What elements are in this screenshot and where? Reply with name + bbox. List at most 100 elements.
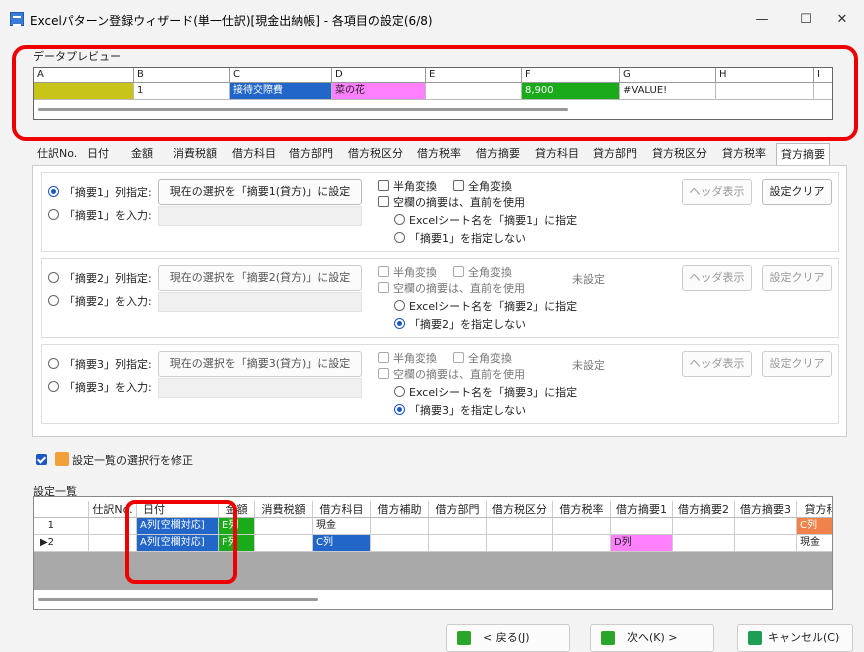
memo1-col-label: 「摘要1」列指定: bbox=[64, 186, 152, 199]
memo2-input-field[interactable] bbox=[158, 292, 362, 312]
memo2-group: 「摘要2」列指定: 現在の選択を「摘要2(貸方)」に設定 「摘要2」を入力: 半… bbox=[41, 258, 839, 338]
memo3-col-radio[interactable] bbox=[48, 358, 59, 369]
memo2-set-button[interactable]: 現在の選択を「摘要2(貸方)」に設定 bbox=[158, 265, 362, 291]
tab-credit-dept[interactable]: 貸方部門 bbox=[593, 143, 637, 165]
memo1-col-radio[interactable] bbox=[48, 186, 59, 197]
memo2-zenkaku-checkbox[interactable] bbox=[453, 266, 464, 277]
memo1-group: 「摘要1」列指定: 現在の選択を「摘要1(貸方)」に設定 「摘要1」を入力: 半… bbox=[41, 172, 839, 252]
memo3-group: 「摘要3」列指定: 現在の選択を「摘要3(貸方)」に設定 「摘要3」を入力: 半… bbox=[41, 344, 839, 424]
close-button[interactable]: ✕ bbox=[820, 0, 864, 38]
cancel-button[interactable]: キャンセル(C) bbox=[737, 624, 853, 652]
table-cell[interactable] bbox=[255, 535, 313, 552]
memo3-clear-button[interactable]: 設定クリア bbox=[762, 351, 832, 377]
memo1-header-button[interactable]: ヘッダ表示 bbox=[682, 179, 752, 205]
memo3-sheetname-radio[interactable] bbox=[394, 386, 405, 397]
memo2-header-button[interactable]: ヘッダ表示 bbox=[682, 265, 752, 291]
tab-credit-tax-class[interactable]: 貸方税区分 bbox=[652, 143, 707, 165]
window-title: Excelパターン登録ウィザード(単一仕訳)[現金出納帳] - 各項目の設定(6… bbox=[30, 14, 433, 28]
tab-debit-tax-rate[interactable]: 借方税率 bbox=[417, 143, 461, 165]
memo3-header-button[interactable]: ヘッダ表示 bbox=[682, 351, 752, 377]
tab-credit-memo[interactable]: 貸方摘要 bbox=[776, 143, 830, 165]
table-cell[interactable] bbox=[255, 518, 313, 535]
table-cell[interactable] bbox=[429, 535, 487, 552]
back-button[interactable]: < 戻る(J) bbox=[446, 624, 570, 652]
memo3-none-radio[interactable] bbox=[394, 404, 405, 415]
memo2-zenkaku-label: 全角変換 bbox=[468, 266, 512, 279]
memo1-hankaku-checkbox[interactable] bbox=[378, 180, 389, 191]
memo2-prev-checkbox[interactable] bbox=[378, 282, 389, 293]
memo2-hankaku-checkbox[interactable] bbox=[378, 266, 389, 277]
tab-amount[interactable]: 金額 bbox=[131, 143, 153, 165]
memo1-prev-checkbox[interactable] bbox=[378, 196, 389, 207]
memo2-hankaku-label: 半角変換 bbox=[393, 266, 437, 279]
memo3-none-label: 「摘要3」を指定しない bbox=[409, 404, 526, 417]
tab-credit-tax-rate[interactable]: 貸方税率 bbox=[722, 143, 766, 165]
table-cell-debit-account[interactable]: 現金 bbox=[313, 518, 371, 535]
table-cell-credit-account[interactable]: C列 bbox=[797, 518, 832, 535]
memo1-sheetname-radio[interactable] bbox=[394, 214, 405, 225]
memo1-set-button[interactable]: 現在の選択を「摘要1(貸方)」に設定 bbox=[158, 179, 362, 205]
memo1-input-label: 「摘要1」を入力: bbox=[64, 209, 152, 222]
credit-memo-panel: 「摘要1」列指定: 現在の選択を「摘要1(貸方)」に設定 「摘要1」を入力: 半… bbox=[32, 165, 847, 437]
memo3-input-field[interactable] bbox=[158, 378, 362, 398]
memo2-col-label: 「摘要2」列指定: bbox=[64, 272, 152, 285]
edit-icon bbox=[55, 452, 69, 466]
memo3-zenkaku-label: 全角変換 bbox=[468, 352, 512, 365]
tab-debit-memo[interactable]: 借方摘要 bbox=[476, 143, 520, 165]
list-col-header: 借方摘要1 bbox=[611, 501, 673, 518]
memo3-prev-checkbox[interactable] bbox=[378, 368, 389, 379]
memo2-none-radio[interactable] bbox=[394, 318, 405, 329]
table-cell-debit-account[interactable]: C列 bbox=[313, 535, 371, 552]
list-col-header: 借方部門 bbox=[429, 501, 487, 518]
list-col-header: 借方科目 bbox=[313, 501, 371, 518]
memo3-hankaku-checkbox[interactable] bbox=[378, 352, 389, 363]
memo1-input-field[interactable] bbox=[158, 206, 362, 226]
memo1-prev-label: 空欄の摘要は、直前を使用 bbox=[393, 196, 525, 209]
list-col-header: 借方税率 bbox=[553, 501, 611, 518]
memo3-zenkaku-checkbox[interactable] bbox=[453, 352, 464, 363]
memo2-input-radio[interactable] bbox=[48, 295, 59, 306]
table-cell[interactable] bbox=[735, 518, 797, 535]
tab-debit-dept[interactable]: 借方部門 bbox=[289, 143, 333, 165]
back-button-label: < 戻る(J) bbox=[483, 631, 530, 644]
list-scrollbar[interactable] bbox=[38, 598, 318, 601]
table-cell-credit-account[interactable]: 現金 bbox=[797, 535, 832, 552]
memo2-clear-button[interactable]: 設定クリア bbox=[762, 265, 832, 291]
tab-journal-no[interactable]: 仕訳No. bbox=[37, 143, 77, 165]
red-highlight-preview bbox=[12, 45, 858, 141]
memo2-input-label: 「摘要2」を入力: bbox=[64, 295, 152, 308]
table-cell-debit-memo1[interactable]: D列 bbox=[611, 535, 673, 552]
next-button[interactable]: 次へ(K) > bbox=[590, 624, 714, 652]
memo3-input-radio[interactable] bbox=[48, 381, 59, 392]
memo3-set-button[interactable]: 現在の選択を「摘要3(貸方)」に設定 bbox=[158, 351, 362, 377]
tab-date[interactable]: 日付 bbox=[87, 143, 109, 165]
table-cell[interactable] bbox=[371, 535, 429, 552]
modify-row-label: 設定一覧の選択行を修正 bbox=[72, 454, 193, 467]
tab-credit-account[interactable]: 貸方科目 bbox=[535, 143, 579, 165]
modify-row-checkbox[interactable] bbox=[36, 454, 47, 465]
tab-debit-tax-class[interactable]: 借方税区分 bbox=[348, 143, 403, 165]
table-cell[interactable] bbox=[487, 518, 553, 535]
table-cell[interactable] bbox=[553, 518, 611, 535]
memo1-clear-button[interactable]: 設定クリア bbox=[762, 179, 832, 205]
table-cell[interactable] bbox=[735, 535, 797, 552]
memo2-sheetname-radio[interactable] bbox=[394, 300, 405, 311]
table-cell[interactable] bbox=[553, 535, 611, 552]
table-cell[interactable] bbox=[487, 535, 553, 552]
table-cell[interactable] bbox=[429, 518, 487, 535]
minimize-button[interactable]: — bbox=[740, 0, 784, 38]
table-cell[interactable] bbox=[371, 518, 429, 535]
memo1-none-radio[interactable] bbox=[394, 232, 405, 243]
memo2-none-label: 「摘要2」を指定しない bbox=[409, 318, 526, 331]
memo1-zenkaku-checkbox[interactable] bbox=[453, 180, 464, 191]
memo2-status: 未設定 bbox=[572, 273, 605, 286]
tab-tax-amount[interactable]: 消費税額 bbox=[173, 143, 217, 165]
memo1-input-radio[interactable] bbox=[48, 209, 59, 220]
memo2-col-radio[interactable] bbox=[48, 272, 59, 283]
memo3-hankaku-label: 半角変換 bbox=[393, 352, 437, 365]
table-cell[interactable] bbox=[673, 535, 735, 552]
next-button-label: 次へ(K) > bbox=[627, 631, 678, 644]
table-cell[interactable] bbox=[673, 518, 735, 535]
table-cell-debit-memo1[interactable] bbox=[611, 518, 673, 535]
tab-debit-account[interactable]: 借方科目 bbox=[232, 143, 276, 165]
